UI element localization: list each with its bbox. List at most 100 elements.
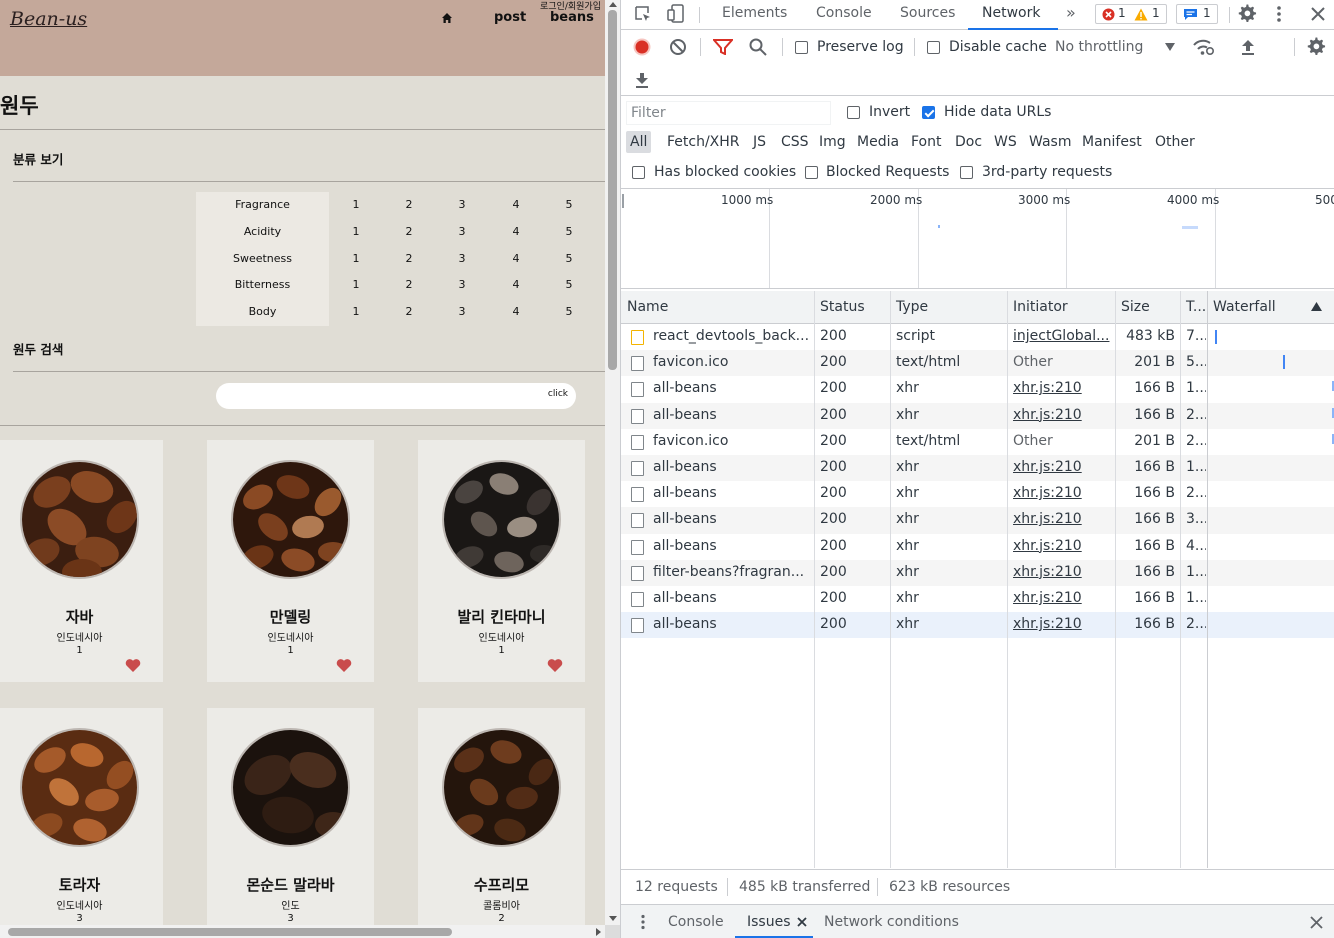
bean-card[interactable]: 발리 킨타마니 인도네시아 1	[418, 440, 585, 682]
import-har-upload-icon[interactable]	[1240, 38, 1256, 56]
preserve-log-checkbox[interactable]	[795, 41, 808, 54]
blocked-requests-checkbox[interactable]	[805, 166, 818, 179]
has-blocked-cookies-checkbox[interactable]	[632, 166, 645, 179]
flavor-score-option[interactable]: 3	[452, 246, 472, 273]
tab-network[interactable]: Network	[982, 5, 1040, 21]
filter-input[interactable]: Filter	[626, 101, 831, 125]
flavor-score-option[interactable]: 3	[452, 299, 472, 326]
flavor-score-option[interactable]: 5	[559, 272, 579, 299]
request-initiator[interactable]: xhr.js:210	[1013, 538, 1111, 554]
drawer-menu-icon[interactable]	[640, 914, 646, 930]
request-initiator[interactable]: xhr.js:210	[1013, 590, 1111, 606]
heart-icon[interactable]	[125, 658, 141, 673]
flavor-score-option[interactable]: 5	[559, 192, 579, 219]
type-filter-wasm[interactable]: Wasm	[1025, 131, 1075, 153]
flavor-score-option[interactable]: 4	[506, 192, 526, 219]
type-filter-fetch-xhr[interactable]: Fetch/XHR	[663, 131, 744, 153]
request-row[interactable]: all-beans 200 xhr xhr.js:210 166 B 3...	[621, 507, 1334, 534]
type-filter-manifest[interactable]: Manifest	[1078, 131, 1146, 153]
type-filter-img[interactable]: Img	[815, 131, 850, 153]
request-row[interactable]: all-beans 200 xhr xhr.js:210 166 B 2...	[621, 481, 1334, 507]
type-filter-ws[interactable]: WS	[990, 131, 1021, 153]
column-header-waterfall[interactable]: Waterfall	[1213, 299, 1276, 315]
type-filter-js[interactable]: JS	[749, 131, 770, 153]
flavor-score-option[interactable]: 2	[399, 192, 419, 219]
column-header-time[interactable]: T...	[1186, 299, 1206, 315]
flavor-score-option[interactable]: 1	[346, 192, 366, 219]
flavor-score-option[interactable]: 4	[506, 299, 526, 326]
close-tab-icon[interactable]	[797, 917, 807, 927]
flavor-score-option[interactable]: 5	[559, 246, 579, 273]
chevron-down-icon[interactable]	[1165, 43, 1175, 51]
close-devtools-icon[interactable]	[1311, 7, 1325, 21]
heart-icon[interactable]	[547, 658, 563, 673]
network-settings-gear-icon[interactable]	[1307, 37, 1326, 56]
flavor-score-option[interactable]: 2	[399, 219, 419, 246]
nav-post-link[interactable]: post	[494, 10, 526, 25]
request-initiator[interactable]: xhr.js:210	[1013, 485, 1111, 501]
bean-card[interactable]: 수프리모 콜롬비아 2	[418, 708, 585, 925]
drawer-tab-issues[interactable]: Issues	[747, 914, 791, 930]
column-header-size[interactable]: Size	[1121, 299, 1150, 315]
search-submit-button[interactable]: click	[548, 389, 568, 399]
type-filter-other[interactable]: Other	[1151, 131, 1199, 153]
issue-counts-badge[interactable]: 1 1	[1095, 4, 1167, 24]
close-drawer-icon[interactable]	[1310, 916, 1323, 929]
request-row[interactable]: all-beans 200 xhr xhr.js:210 166 B 4...	[621, 534, 1334, 560]
scrollbar-thumb[interactable]	[608, 10, 617, 370]
request-initiator[interactable]: xhr.js:210	[1013, 511, 1111, 527]
request-row[interactable]: all-beans 200 xhr xhr.js:210 166 B 1...	[621, 455, 1334, 482]
tab-console[interactable]: Console	[816, 5, 872, 21]
column-header-initiator[interactable]: Initiator	[1013, 299, 1068, 315]
flavor-score-option[interactable]: 5	[559, 299, 579, 326]
scroll-right-arrow-icon[interactable]	[596, 928, 601, 936]
site-logo[interactable]: Bean-us	[10, 8, 87, 30]
sort-ascending-icon[interactable]	[1311, 302, 1322, 311]
bean-card[interactable]: 몬순드 말라바 인도 3	[207, 708, 374, 925]
bean-search-input[interactable]	[230, 387, 530, 405]
type-filter-all[interactable]: All	[626, 131, 652, 153]
page-horizontal-scrollbar[interactable]	[0, 925, 605, 938]
flavor-score-option[interactable]: 1	[346, 272, 366, 299]
throttling-select[interactable]: No throttling	[1055, 39, 1143, 55]
export-har-download-icon[interactable]	[634, 71, 650, 89]
request-row[interactable]: all-beans 200 xhr xhr.js:210 166 B 2...	[621, 402, 1334, 429]
type-filter-doc[interactable]: Doc	[951, 131, 986, 153]
page-vertical-scrollbar[interactable]	[605, 0, 620, 925]
drawer-tab-console[interactable]: Console	[668, 914, 724, 930]
flavor-score-option[interactable]: 4	[506, 219, 526, 246]
request-initiator[interactable]: xhr.js:210	[1013, 459, 1111, 475]
messages-badge[interactable]: 1	[1176, 4, 1218, 24]
request-row[interactable]: all-beans 200 xhr xhr.js:210 166 B 1...	[621, 586, 1334, 612]
column-header-type[interactable]: Type	[896, 299, 928, 315]
flavor-score-option[interactable]: 4	[506, 246, 526, 273]
bean-card[interactable]: 만델링 인도네시아 1	[207, 440, 374, 682]
network-conditions-wifi-icon[interactable]	[1193, 38, 1215, 56]
more-tabs-chevron-icon[interactable]: »	[1066, 3, 1076, 22]
drawer-tab-network-conditions[interactable]: Network conditions	[824, 914, 959, 930]
request-initiator[interactable]: xhr.js:210	[1013, 380, 1111, 396]
flavor-score-option[interactable]: 1	[346, 246, 366, 273]
column-header-name[interactable]: Name	[627, 299, 668, 315]
request-row[interactable]: all-beans 200 xhr xhr.js:210 166 B 1...	[621, 376, 1334, 402]
flavor-score-option[interactable]: 2	[399, 299, 419, 326]
network-overview-timeline[interactable]: 1000 ms 2000 ms 3000 ms 4000 ms 500	[621, 189, 1334, 289]
flavor-score-option[interactable]: 1	[346, 299, 366, 326]
flavor-score-option[interactable]: 1	[346, 219, 366, 246]
heart-icon[interactable]	[336, 658, 352, 673]
record-icon[interactable]	[633, 38, 651, 56]
request-initiator[interactable]: xhr.js:210	[1013, 616, 1111, 632]
flavor-score-option[interactable]: 2	[399, 246, 419, 273]
request-row[interactable]: filter-beans?fragran... 200 xhr xhr.js:210 1…	[621, 559, 1334, 586]
home-icon[interactable]	[441, 12, 453, 24]
disable-cache-checkbox[interactable]	[927, 41, 940, 54]
request-initiator[interactable]: xhr.js:210	[1013, 407, 1111, 423]
hide-data-urls-checkbox[interactable]	[922, 106, 935, 119]
filter-funnel-icon[interactable]	[713, 39, 733, 55]
request-row[interactable]: favicon.ico 200 text/html Other 201 B 5...	[621, 350, 1334, 377]
type-filter-font[interactable]: Font	[907, 131, 945, 153]
request-row[interactable]: react_devtools_back... 200 script injectGlo…	[621, 324, 1334, 350]
inspect-element-icon[interactable]	[634, 5, 652, 23]
request-initiator[interactable]: xhr.js:210	[1013, 564, 1111, 580]
scroll-up-arrow-icon[interactable]	[609, 2, 617, 7]
